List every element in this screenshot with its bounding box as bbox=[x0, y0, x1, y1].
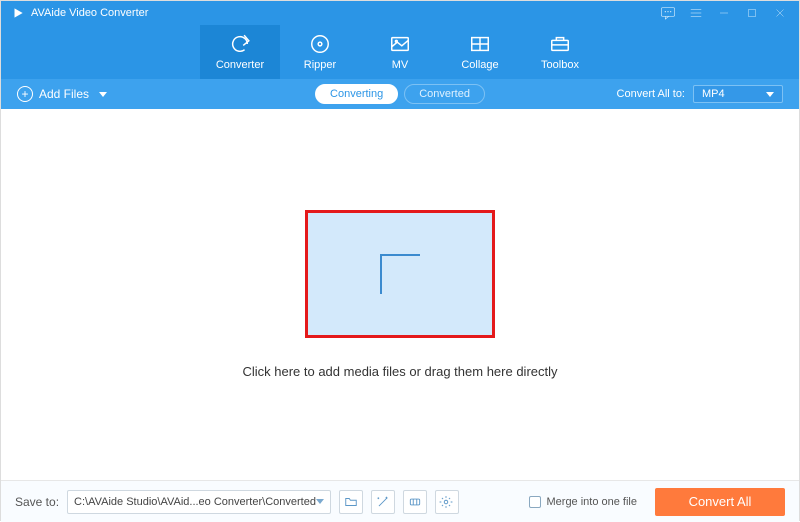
tab-converting[interactable]: Converting bbox=[315, 84, 398, 104]
minimize-button[interactable] bbox=[715, 4, 733, 22]
nav-label: Ripper bbox=[304, 59, 336, 71]
feedback-icon[interactable] bbox=[659, 4, 677, 22]
save-to-label: Save to: bbox=[15, 495, 59, 509]
merge-checkbox[interactable]: Merge into one file bbox=[529, 496, 638, 508]
main-area: Click here to add media files or drag th… bbox=[1, 109, 799, 480]
folder-icon bbox=[344, 495, 358, 509]
compress-icon bbox=[408, 495, 422, 509]
nav-ripper[interactable]: Ripper bbox=[280, 25, 360, 79]
gear-icon bbox=[439, 495, 453, 509]
save-path-dropdown[interactable]: C:\AVAide Studio\AVAid...eo Converter\Co… bbox=[67, 490, 331, 514]
nav-label: Converter bbox=[216, 59, 264, 71]
nav-collage[interactable]: Collage bbox=[440, 25, 520, 79]
image-icon bbox=[389, 33, 411, 55]
nav-label: Collage bbox=[461, 59, 498, 71]
status-tabs: Converting Converted bbox=[315, 84, 485, 104]
output-format-value: MP4 bbox=[702, 88, 725, 100]
app-title: AVAide Video Converter bbox=[31, 7, 148, 19]
title-bar: AVAide Video Converter bbox=[1, 1, 799, 25]
chevron-down-icon bbox=[99, 92, 107, 97]
add-files-label: Add Files bbox=[39, 87, 89, 101]
chevron-down-icon bbox=[316, 499, 324, 504]
nav-converter[interactable]: Converter bbox=[200, 25, 280, 79]
nav-label: Toolbox bbox=[541, 59, 579, 71]
wand-icon bbox=[376, 495, 390, 509]
enhance-button[interactable] bbox=[371, 490, 395, 514]
disc-icon bbox=[309, 33, 331, 55]
refresh-icon bbox=[229, 33, 251, 55]
compress-button[interactable] bbox=[403, 490, 427, 514]
footer-bar: Save to: C:\AVAide Studio\AVAid...eo Con… bbox=[1, 480, 799, 522]
sub-toolbar: + Add Files Converting Converted Convert… bbox=[1, 79, 799, 109]
grid-icon bbox=[469, 33, 491, 55]
close-button[interactable] bbox=[771, 4, 789, 22]
nav-mv[interactable]: MV bbox=[360, 25, 440, 79]
save-path-value: C:\AVAide Studio\AVAid...eo Converter\Co… bbox=[74, 496, 316, 508]
plus-icon bbox=[380, 254, 420, 294]
toolbox-icon bbox=[549, 33, 571, 55]
open-folder-button[interactable] bbox=[339, 490, 363, 514]
main-nav: Converter Ripper MV Collage Toolbox bbox=[1, 25, 799, 79]
checkbox-box bbox=[529, 496, 541, 508]
menu-icon[interactable] bbox=[687, 4, 705, 22]
plus-circle-icon: + bbox=[17, 86, 33, 102]
output-format-select[interactable]: MP4 bbox=[693, 85, 783, 103]
add-media-dropzone[interactable] bbox=[305, 210, 495, 338]
settings-button[interactable] bbox=[435, 490, 459, 514]
nav-toolbox[interactable]: Toolbox bbox=[520, 25, 600, 79]
convert-all-to: Convert All to: MP4 bbox=[617, 85, 783, 103]
maximize-button[interactable] bbox=[743, 4, 761, 22]
convert-all-to-label: Convert All to: bbox=[617, 88, 685, 100]
app-logo-icon bbox=[11, 6, 25, 20]
nav-label: MV bbox=[392, 59, 409, 71]
add-files-button[interactable]: + Add Files bbox=[17, 86, 107, 102]
merge-label: Merge into one file bbox=[547, 496, 638, 508]
convert-all-button[interactable]: Convert All bbox=[655, 488, 785, 516]
dropzone-hint: Click here to add media files or drag th… bbox=[242, 364, 557, 379]
chevron-down-icon bbox=[766, 92, 774, 97]
tab-converted[interactable]: Converted bbox=[404, 84, 485, 104]
